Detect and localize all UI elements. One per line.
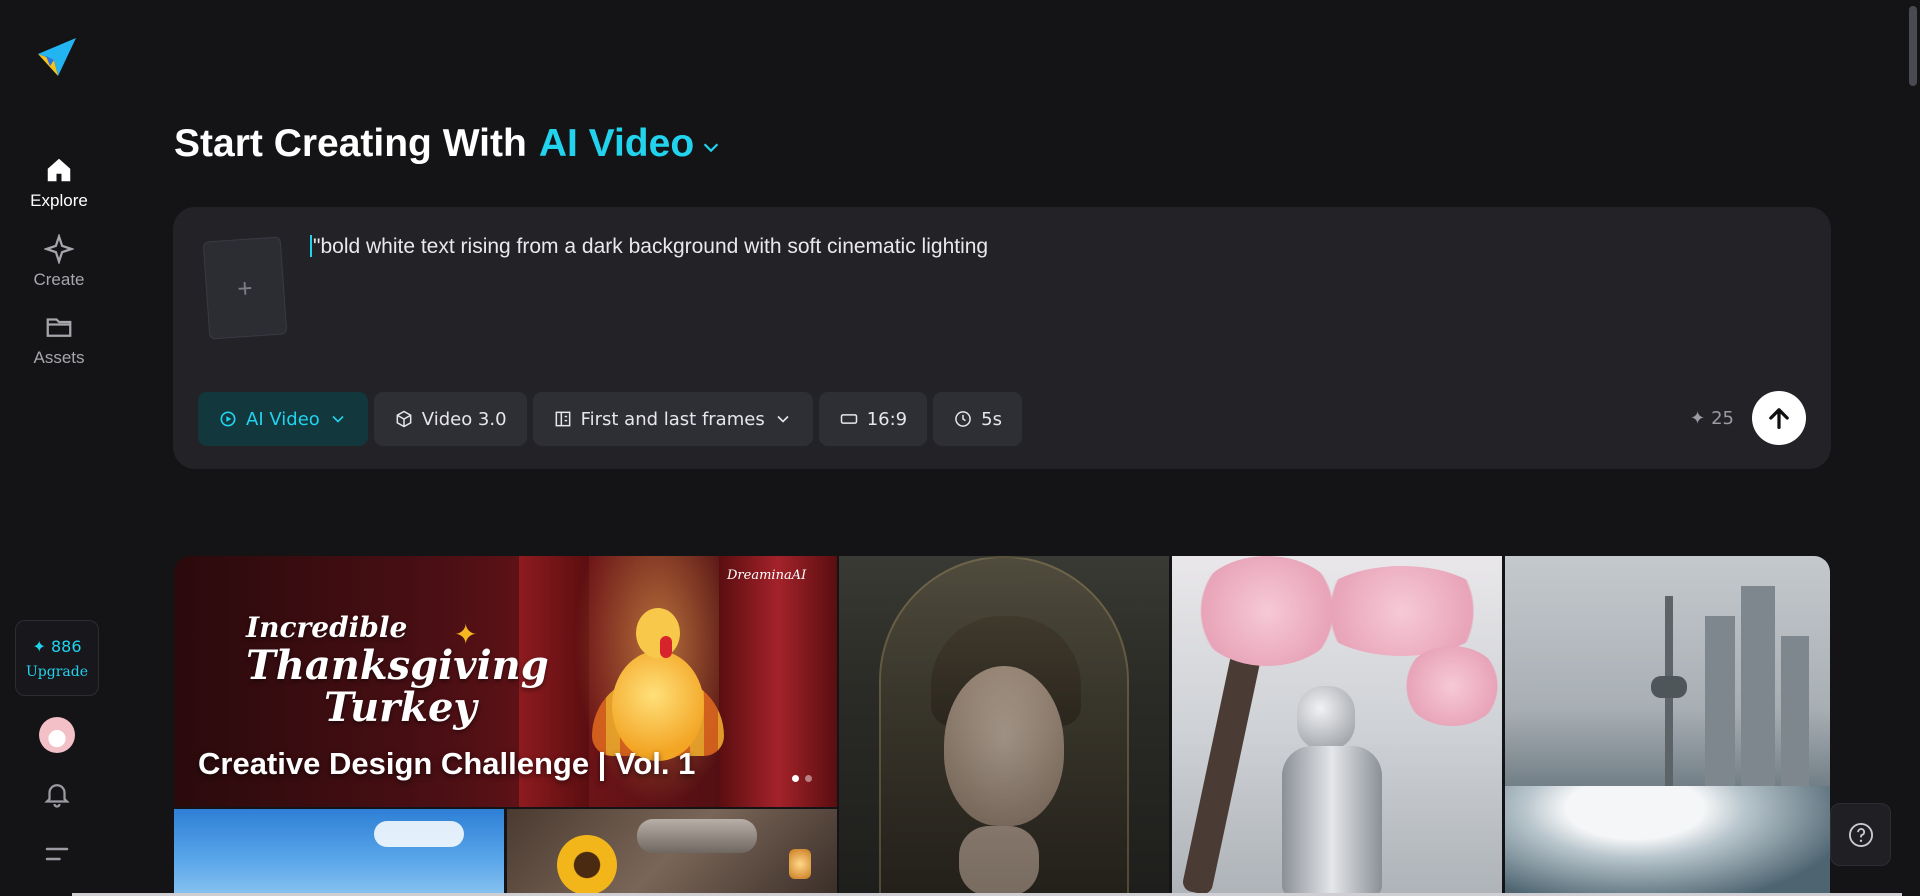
sidebar: Explore Create Assets ✦ 886 Upgrade — [0, 0, 118, 896]
turkey-head — [636, 608, 680, 658]
prompt-text: "bold white text rising from a dark back… — [313, 235, 989, 258]
video-mode-icon — [220, 411, 236, 427]
credits-value: 886 — [50, 636, 82, 656]
model-label: Video 3.0 — [421, 408, 507, 430]
wave — [1505, 786, 1830, 896]
upgrade-link[interactable]: Upgrade — [26, 664, 88, 680]
cloud — [374, 821, 464, 847]
cost-star-icon: ✦ — [1690, 408, 1706, 429]
turkey-wattle — [660, 636, 672, 658]
duration-selector[interactable]: 5s — [933, 392, 1022, 446]
generate-button[interactable] — [1752, 391, 1806, 445]
nav-explore-label: Explore — [30, 191, 88, 210]
app-root: Explore Create Assets ✦ 886 Upgrade Star… — [0, 0, 1920, 896]
cube-icon — [396, 410, 412, 428]
scrollbar-thumb[interactable] — [1909, 6, 1917, 86]
robot-body — [1282, 746, 1382, 896]
building — [1705, 616, 1735, 786]
blossom-cluster — [1312, 566, 1492, 656]
veil — [879, 556, 1129, 896]
page-title-prefix: Start Creating With — [174, 122, 527, 165]
credits-count: ✦ 886 — [32, 637, 81, 656]
mode-switcher[interactable]: AI Video — [539, 122, 694, 166]
clock-icon — [955, 411, 971, 427]
page-title: Start Creating With AI Video — [174, 122, 722, 166]
headline-line-1: Incredible — [246, 611, 408, 644]
carousel-dot[interactable] — [805, 775, 812, 782]
banner-headline: Incredible Thanksgiving Turkey — [246, 614, 549, 728]
gallery-tile-sky[interactable] — [174, 809, 504, 896]
chevron-down-icon — [777, 415, 789, 423]
building — [1781, 636, 1809, 786]
curtain-right — [719, 556, 837, 807]
pipe — [637, 819, 757, 853]
nav-assets-label: Assets — [33, 348, 85, 367]
lamp — [789, 849, 811, 879]
aspect-ratio-selector[interactable]: 16:9 — [818, 392, 928, 446]
brand-watermark: DreaminaAI — [727, 568, 807, 583]
carousel-dot[interactable] — [792, 775, 799, 782]
bell-icon[interactable] — [42, 779, 72, 809]
avatar[interactable] — [39, 717, 75, 753]
turkey-body — [612, 651, 704, 761]
nav-assets[interactable]: Assets — [0, 312, 118, 368]
gallery-tile-robot-blossom[interactable] — [1172, 556, 1502, 896]
nav-create-label: Create — [33, 270, 85, 289]
question-icon — [1848, 822, 1873, 847]
banner-title: Creative Design Challenge | Vol. 1 — [198, 746, 696, 781]
credits-upgrade-card[interactable]: ✦ 886 Upgrade — [15, 620, 99, 696]
folder-icon — [46, 318, 72, 337]
explore-gallery: Incredible Thanksgiving Turkey ✦ Dreamin… — [174, 556, 1830, 896]
scrollbar[interactable] — [1904, 0, 1920, 896]
tower-pod — [1651, 676, 1687, 698]
model-selector[interactable]: Video 3.0 — [373, 392, 527, 446]
upload-reference-button[interactable]: + — [202, 236, 288, 340]
chevron-down-icon — [332, 415, 344, 423]
nav-explore[interactable]: Explore — [0, 155, 118, 211]
robot-head — [1297, 686, 1355, 750]
generation-toolbar: AI Video Video 3.0 First and last frames… — [198, 392, 1022, 446]
arrow-up-icon — [1769, 408, 1789, 429]
cost-value: 25 — [1711, 408, 1734, 429]
generation-cost: ✦ 25 — [1690, 408, 1734, 429]
carousel-dots — [792, 775, 812, 782]
headline-line-3: Turkey — [324, 684, 477, 731]
text-caret — [310, 235, 312, 257]
gallery-tile-steampunk[interactable] — [507, 809, 837, 896]
gallery-tile-storm-city[interactable] — [1505, 556, 1830, 896]
prompt-input[interactable]: "bold white text rising from a dark back… — [310, 235, 988, 259]
frames-icon — [555, 411, 570, 427]
menu-icon[interactable] — [42, 839, 72, 869]
sunflower — [557, 835, 617, 895]
blossom-cluster — [1402, 646, 1502, 726]
home-icon — [47, 158, 71, 182]
challenge-banner[interactable]: Incredible Thanksgiving Turkey ✦ Dreamin… — [174, 556, 837, 807]
sparkle-icon: ✦ — [454, 619, 478, 650]
headline-line-2: Thanksgiving — [246, 642, 549, 689]
frames-dropdown[interactable]: First and last frames — [532, 392, 813, 446]
building — [1741, 586, 1775, 786]
aspect-ratio-label: 16:9 — [866, 408, 908, 430]
gallery-tile-veiled-portrait[interactable] — [839, 556, 1169, 896]
frames-label: First and last frames — [580, 408, 765, 430]
duration-label: 5s — [981, 408, 1002, 430]
nav-create[interactable]: Create — [0, 234, 118, 290]
mode-label: AI Video — [246, 408, 320, 430]
help-button[interactable] — [1830, 803, 1891, 866]
mode-dropdown[interactable]: AI Video — [198, 392, 368, 446]
prompt-composer: + "bold white text rising from a dark ba… — [173, 207, 1831, 469]
plus-icon: + — [236, 272, 254, 303]
app-logo[interactable] — [36, 36, 78, 78]
chevron-down-icon[interactable] — [700, 136, 722, 158]
aspect-ratio-icon — [840, 414, 857, 424]
diamond-icon — [44, 234, 74, 264]
credits-star-icon: ✦ — [32, 636, 46, 656]
